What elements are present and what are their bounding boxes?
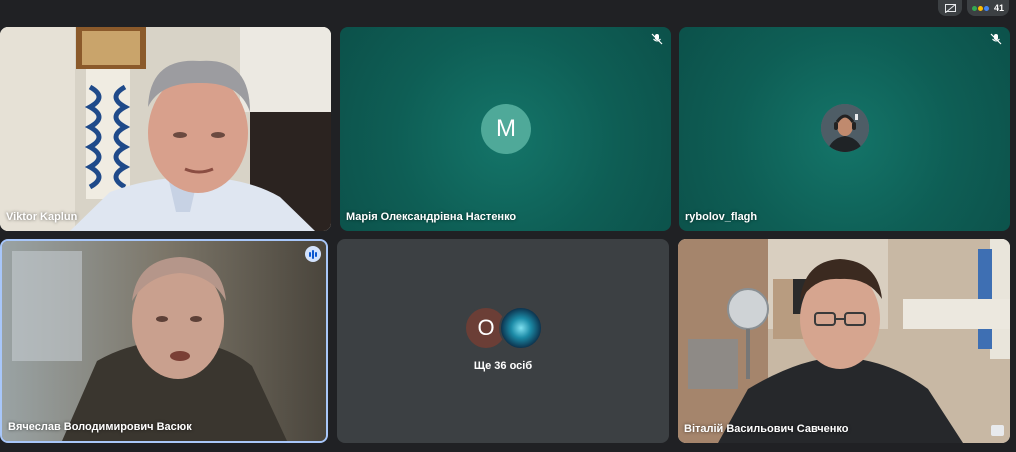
participant-tile-rybolov[interactable]: rybolov_flagh xyxy=(679,27,1010,231)
presentation-hidden-icon xyxy=(944,3,956,13)
participant-video xyxy=(678,239,1010,443)
participant-name: Віталій Васильович Савченко xyxy=(684,423,849,435)
people-icon xyxy=(971,5,989,11)
mic-off-icon xyxy=(990,33,1002,45)
participant-video xyxy=(0,27,331,231)
participant-avatar xyxy=(821,104,869,152)
participants-button[interactable]: 41 xyxy=(967,0,1009,16)
participant-tile-vyacheslav[interactable]: Вячеслав Володимирович Васюк xyxy=(0,239,328,443)
participant-count: 41 xyxy=(993,3,1004,13)
participant-tile-viktor[interactable]: Viktor Kaplun xyxy=(0,27,331,231)
more-participants-label: Ще 36 осіб xyxy=(473,360,533,372)
participant-name: Марія Олександрівна Настенко xyxy=(346,211,517,223)
mic-off-icon xyxy=(651,33,663,45)
more-participants-tile[interactable]: O Ще 36 осіб xyxy=(337,239,669,443)
participant-video xyxy=(2,241,326,441)
participant-name: Viktor Kaplun xyxy=(6,211,78,223)
participant-avatar xyxy=(499,306,543,350)
picture-in-picture-icon[interactable] xyxy=(991,425,1004,436)
participant-name: rybolov_flagh xyxy=(685,211,758,223)
participant-tile-mariia[interactable]: M Марія Олександрівна Настенко xyxy=(340,27,671,231)
speaking-indicator-icon xyxy=(305,246,321,262)
participant-name: Вячеслав Володимирович Васюк xyxy=(8,421,192,433)
hide-presentation-button[interactable] xyxy=(938,0,962,16)
participant-tile-vitalii[interactable]: Віталій Васильович Савченко xyxy=(678,239,1010,443)
participant-avatar: M xyxy=(481,104,531,154)
